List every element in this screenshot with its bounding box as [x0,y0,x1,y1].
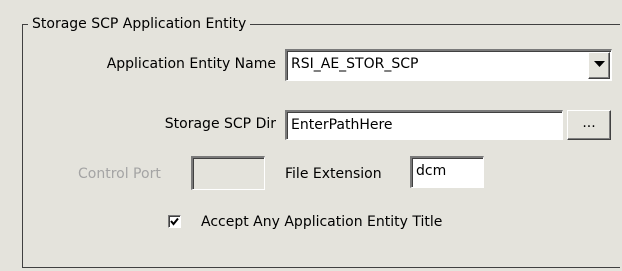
combo-dropdown-button[interactable] [588,52,610,79]
scp-dir-label: Storage SCP Dir [164,116,276,132]
ae-name-combobox[interactable]: RSI_AE_STOR_SCP [285,49,612,81]
control-port-label: Control Port [78,166,161,182]
scp-dir-value: EnterPathHere [291,117,393,133]
group-title: Storage SCP Application Entity [28,14,251,34]
scp-dir-field[interactable]: EnterPathHere [285,110,563,140]
accept-any-checkbox[interactable] [168,215,181,228]
browse-button[interactable]: ... [567,110,611,140]
file-extension-value: dcm [416,163,447,179]
file-extension-field[interactable]: dcm [410,156,484,188]
checkmark-icon [170,217,179,226]
ae-name-label: Application Entity Name [106,56,276,72]
file-extension-label: File Extension [285,166,382,182]
ae-name-value: RSI_AE_STOR_SCP [291,56,419,72]
chevron-down-icon [594,61,605,67]
accept-any-label[interactable]: Accept Any Application Entity Title [201,212,442,232]
control-port-field [191,156,265,190]
